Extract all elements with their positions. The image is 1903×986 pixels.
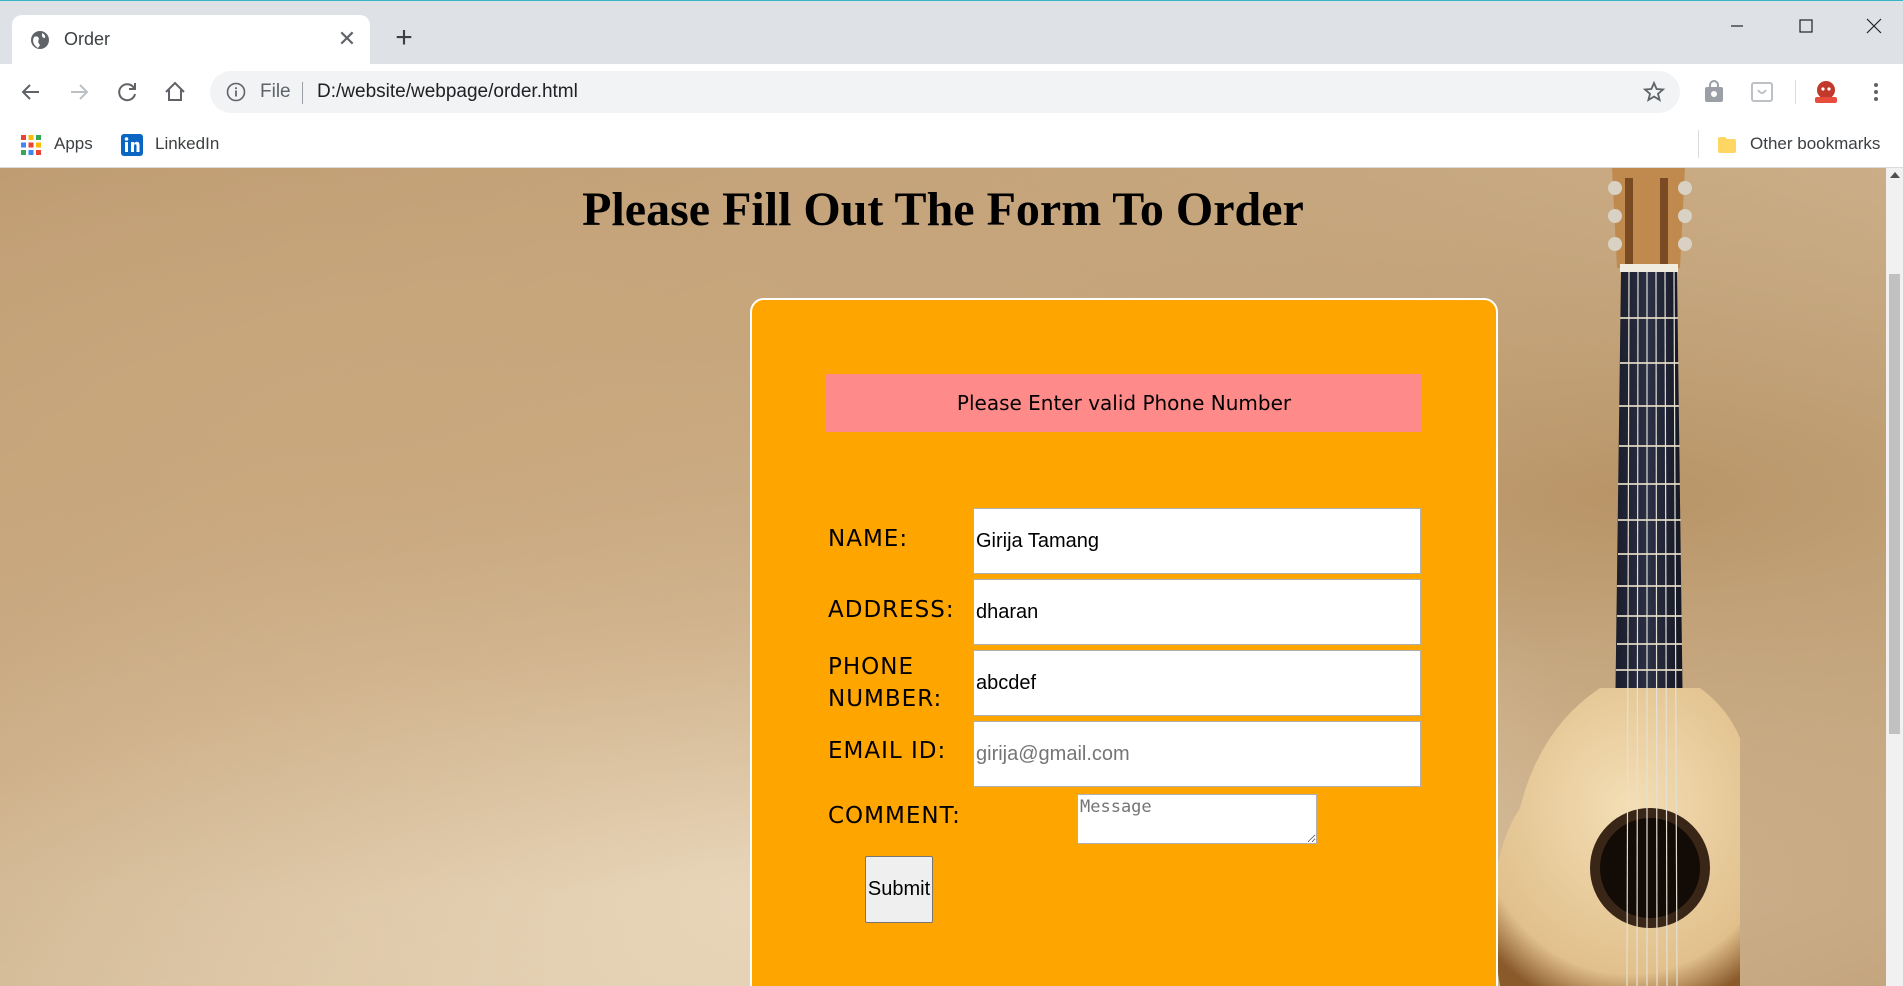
apps-grid-icon — [21, 134, 41, 155]
tab-title: Order — [64, 29, 111, 49]
bookmarks-bar: Apps LinkedIn Other bookmarks — [0, 120, 1903, 168]
tab-close-icon[interactable]: ✕ — [334, 26, 360, 52]
bookmark-label: Apps — [54, 134, 93, 153]
phone-label-line2: NUMBER: — [828, 686, 943, 712]
toolbar-separator — [1795, 80, 1796, 104]
name-field[interactable] — [973, 508, 1421, 574]
address-bar[interactable]: File D:/website/webpage/order.html — [210, 71, 1680, 113]
page-scrollbar[interactable] — [1886, 168, 1903, 986]
error-message: Please Enter valid Phone Number — [826, 374, 1422, 432]
email-label: EMAIL ID: — [828, 738, 947, 764]
page-viewport: Please Fill Out The Form To Order Please… — [0, 168, 1886, 986]
bookmark-star-icon[interactable] — [1642, 80, 1666, 104]
browser-toolbar: File D:/website/webpage/order.html — [0, 64, 1903, 120]
minimize-icon[interactable] — [1714, 11, 1760, 41]
home-icon[interactable] — [161, 78, 189, 106]
close-window-icon[interactable] — [1851, 11, 1897, 41]
info-icon[interactable] — [226, 82, 246, 102]
comment-label: COMMENT: — [828, 803, 961, 829]
linkedin-icon — [121, 133, 143, 156]
maximize-icon[interactable] — [1783, 11, 1829, 41]
comment-textarea[interactable] — [1077, 794, 1317, 844]
order-form: Please Enter valid Phone Number NAME: AD… — [750, 298, 1498, 986]
back-icon[interactable] — [17, 78, 45, 106]
profile-avatar-icon[interactable] — [1812, 78, 1840, 106]
shopping-bag-icon[interactable] — [1700, 78, 1728, 106]
forward-icon[interactable] — [65, 78, 93, 106]
extension-icon[interactable] — [1748, 78, 1776, 106]
scroll-up-arrow-icon[interactable] — [1890, 172, 1900, 178]
scroll-thumb[interactable] — [1889, 274, 1900, 734]
address-separator — [302, 82, 303, 104]
bookmark-apps[interactable]: Apps — [20, 132, 93, 156]
bookmark-label: LinkedIn — [155, 134, 220, 153]
email-field[interactable] — [973, 721, 1421, 787]
tab-strip: Order ✕ + — [0, 0, 1903, 65]
bookmark-linkedin[interactable]: LinkedIn — [121, 132, 219, 156]
page-heading: Please Fill Out The Form To Order — [582, 183, 1304, 236]
other-bookmarks-label: Other bookmarks — [1750, 134, 1881, 153]
phone-field[interactable] — [973, 650, 1421, 716]
tab-order[interactable]: Order ✕ — [12, 15, 370, 65]
name-label: NAME: — [828, 526, 909, 552]
address-label: ADDRESS: — [828, 597, 955, 623]
other-bookmarks[interactable]: Other bookmarks — [1716, 132, 1880, 156]
menu-kebab-icon[interactable] — [1862, 78, 1890, 106]
url-text[interactable]: D:/website/webpage/order.html — [317, 81, 578, 103]
scheme-label: File — [260, 81, 291, 102]
globe-icon — [31, 31, 49, 49]
phone-label-line1: PHONE — [828, 654, 915, 680]
guitar-image — [1493, 168, 1740, 986]
phone-label: PHONE NUMBER: — [828, 651, 942, 715]
folder-icon — [1718, 136, 1736, 153]
new-tab-icon[interactable]: + — [389, 23, 419, 53]
address-field[interactable] — [973, 579, 1421, 645]
reload-icon[interactable] — [113, 78, 141, 106]
submit-button[interactable]: Submit — [865, 856, 933, 923]
bookmarks-separator — [1698, 130, 1699, 158]
